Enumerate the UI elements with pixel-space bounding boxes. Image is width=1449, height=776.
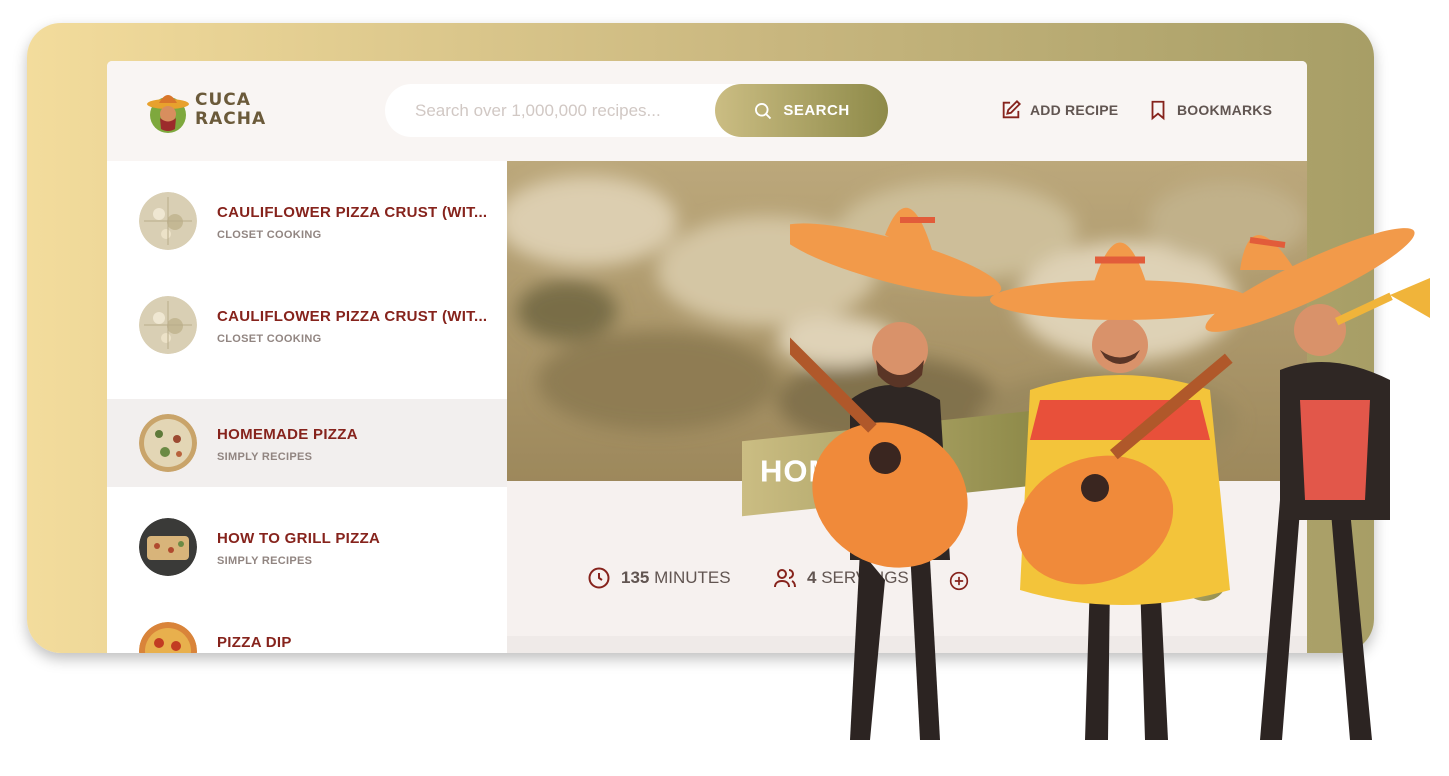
cooking-time-unit: MINUTES — [654, 568, 731, 587]
result-publisher: CLOSET COOKING — [217, 333, 322, 345]
add-recipe-button[interactable]: ADD RECIPE — [1000, 99, 1118, 121]
add-recipe-label: ADD RECIPE — [1030, 102, 1119, 118]
result-thumbnail — [139, 518, 197, 576]
result-thumbnail — [139, 192, 197, 250]
cooking-time-value: 135 — [621, 568, 650, 587]
result-title: CAULIFLOWER PIZZA CRUST (WIT... — [217, 204, 488, 221]
result-item[interactable]: HOW TO GRILL PIZZA SIMPLY RECIPES — [107, 503, 507, 591]
search-icon — [755, 102, 772, 119]
result-thumbnail — [139, 622, 197, 653]
result-publisher: SIMPLY RECIPES — [217, 555, 313, 567]
logo-line-1: CUCA — [195, 90, 251, 110]
result-item[interactable]: CAULIFLOWER PIZZA CRUST (WIT... CLOSET C… — [107, 177, 507, 265]
result-thumbnail — [139, 296, 197, 354]
result-publisher: CLOSET COOKING — [217, 229, 322, 241]
search-results: CAULIFLOWER PIZZA CRUST (WIT... CLOSET C… — [107, 161, 507, 653]
logo[interactable]: CUCA RACHA — [147, 87, 277, 137]
result-item-active[interactable]: HOMEMADE PIZZA SIMPLY RECIPES — [107, 399, 507, 487]
search-button[interactable]: SEARCH — [715, 84, 888, 137]
mariachi-illustration — [790, 207, 1430, 740]
result-publisher: SIMPLY RECIPES — [217, 451, 313, 463]
bookmarks-label: BOOKMARKS — [1177, 102, 1273, 118]
cooking-time: 135 MINUTES — [587, 566, 731, 590]
search-button-label: SEARCH — [783, 102, 850, 119]
search-input[interactable] — [415, 99, 705, 123]
logo-text: CUCA RACHA — [195, 91, 275, 129]
header: CUCA RACHA SEARCH ADD RECIPE BOOKMARK — [107, 61, 1307, 161]
logo-line-2: RACHA — [195, 109, 267, 129]
mariachi-guitarist-middle — [990, 242, 1250, 740]
result-title: PIZZA DIP — [217, 634, 292, 651]
bookmarks-button[interactable]: BOOKMARKS — [1147, 99, 1272, 121]
result-title: HOW TO GRILL PIZZA — [217, 530, 381, 547]
search-form: SEARCH — [385, 84, 888, 137]
result-title: CAULIFLOWER PIZZA CRUST (WIT... — [217, 308, 488, 325]
result-title: HOMEMADE PIZZA — [217, 426, 358, 443]
result-thumbnail — [139, 414, 197, 472]
logo-sombrero-icon — [147, 95, 189, 133]
edit-icon — [1002, 99, 1022, 119]
result-item[interactable]: CAULIFLOWER PIZZA CRUST (WIT... CLOSET C… — [107, 281, 507, 369]
result-item[interactable]: PIZZA DIP — [107, 607, 507, 653]
clock-icon — [588, 567, 610, 589]
bookmark-icon — [1151, 100, 1165, 121]
mariachi-guitarist-left — [790, 207, 1002, 740]
